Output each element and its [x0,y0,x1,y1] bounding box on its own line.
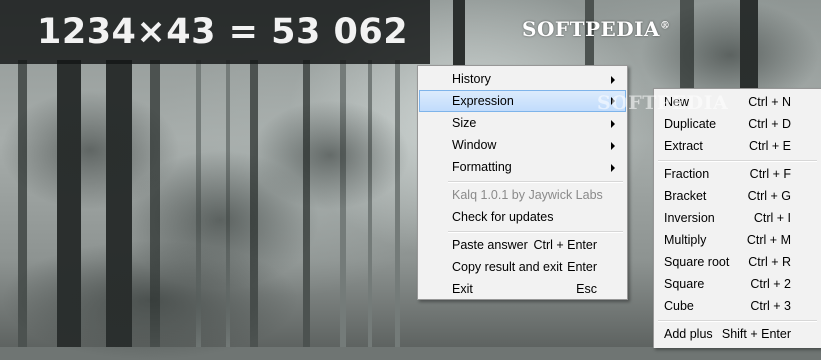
menu-item-label: Formatting [452,160,512,174]
menu-item-label: Copy result and exit [452,260,563,274]
menu-item-history[interactable]: History [420,68,625,90]
menu-item-label: Inversion [664,211,715,225]
menu-item-extract[interactable]: Extract Ctrl + E [656,135,819,157]
menu-item-label: Add plus [664,327,713,341]
menu-separator [658,160,817,162]
menu-item-version: Kalq 1.0.1 by Jaywick Labs [420,184,625,206]
result-display: 1234×43 = 53 062 [37,12,409,52]
menu-item-copy-result-exit[interactable]: Copy result and exit Enter [420,256,625,278]
menu-item-shortcut: Ctrl + G [747,189,791,203]
menu-item-shortcut: Ctrl + D [748,117,791,131]
menu-item-expression[interactable]: Expression [419,90,626,112]
menu-item-label: Exit [452,282,473,296]
menu-item-bracket[interactable]: Bracket Ctrl + G [656,185,819,207]
menu-item-label: Expression [452,94,514,108]
menu-item-label: Square root [664,255,730,269]
menu-item-exit[interactable]: Exit Esc [420,278,625,300]
menu-item-formatting[interactable]: Formatting [420,156,625,178]
menu-item-duplicate[interactable]: Duplicate Ctrl + D [656,113,819,135]
menu-item-label: New [664,95,690,109]
menu-item-label: Duplicate [664,117,717,131]
registered-mark: ® [659,20,671,32]
menu-separator [448,181,623,183]
menu-separator [448,231,623,233]
menu-item-label: Paste answer [452,238,528,252]
context-menu: History Expression Size Window Formattin… [417,65,628,300]
submenu-arrow-icon [611,164,615,172]
menu-item-label: Square [664,277,705,291]
menu-item-shortcut: Shift + Enter [721,327,791,341]
menu-item-shortcut: Ctrl + F [749,167,791,181]
menu-item-shortcut: Esc [576,282,597,296]
menu-item-label: Window [452,138,497,152]
menu-item-shortcut: Ctrl + R [748,255,791,269]
menu-item-shortcut: Ctrl + E [748,139,791,153]
menu-item-new[interactable]: New Ctrl + N [656,91,819,113]
menu-item-multiply[interactable]: Multiply Ctrl + M [656,229,819,251]
menu-item-shortcut: Ctrl + 2 [750,277,791,291]
menu-item-label: Multiply [664,233,707,247]
menu-item-label: Bracket [664,189,707,203]
menu-item-cube[interactable]: Cube Ctrl + 3 [656,295,819,317]
submenu-arrow-icon [611,120,615,128]
menu-item-shortcut: Ctrl + M [746,233,791,247]
menu-item-size[interactable]: Size [420,112,625,134]
menu-item-label: Cube [664,299,694,313]
menu-item-window[interactable]: Window [420,134,625,156]
submenu-arrow-icon [611,97,615,105]
submenu-arrow-icon [611,142,615,150]
result-bar: 1234×43 = 53 062 [0,0,430,64]
menu-item-shortcut: Ctrl + N [748,95,791,109]
menu-item-label: Check for updates [452,210,554,224]
brand-text: SOFTPEDIA [522,17,660,41]
menu-item-square-root[interactable]: Square root Ctrl + R [656,251,819,273]
menu-item-check-updates[interactable]: Check for updates [420,206,625,228]
menu-item-shortcut: Enter [567,260,597,274]
softpedia-logo: SOFTPEDIA® [522,17,670,41]
submenu-arrow-icon [611,76,615,84]
menu-item-fraction[interactable]: Fraction Ctrl + F [656,163,819,185]
menu-item-shortcut: Ctrl + 3 [750,299,791,313]
expression-submenu: New Ctrl + N Duplicate Ctrl + D Extract … [653,88,821,348]
menu-item-label: Fraction [664,167,710,181]
menu-item-square[interactable]: Square Ctrl + 2 [656,273,819,295]
menu-item-label: Kalq 1.0.1 by Jaywick Labs [452,188,603,202]
menu-item-label: Extract [664,139,703,153]
menu-item-label: Size [452,116,477,130]
menu-item-add-plus[interactable]: Add plus Shift + Enter [656,323,819,345]
menu-item-paste-answer[interactable]: Paste answer Ctrl + Enter [420,234,625,256]
menu-item-shortcut: Ctrl + I [753,211,791,225]
menu-item-shortcut: Ctrl + Enter [533,238,597,252]
menu-item-inversion[interactable]: Inversion Ctrl + I [656,207,819,229]
menu-item-label: History [452,72,491,86]
menu-separator [658,320,817,322]
